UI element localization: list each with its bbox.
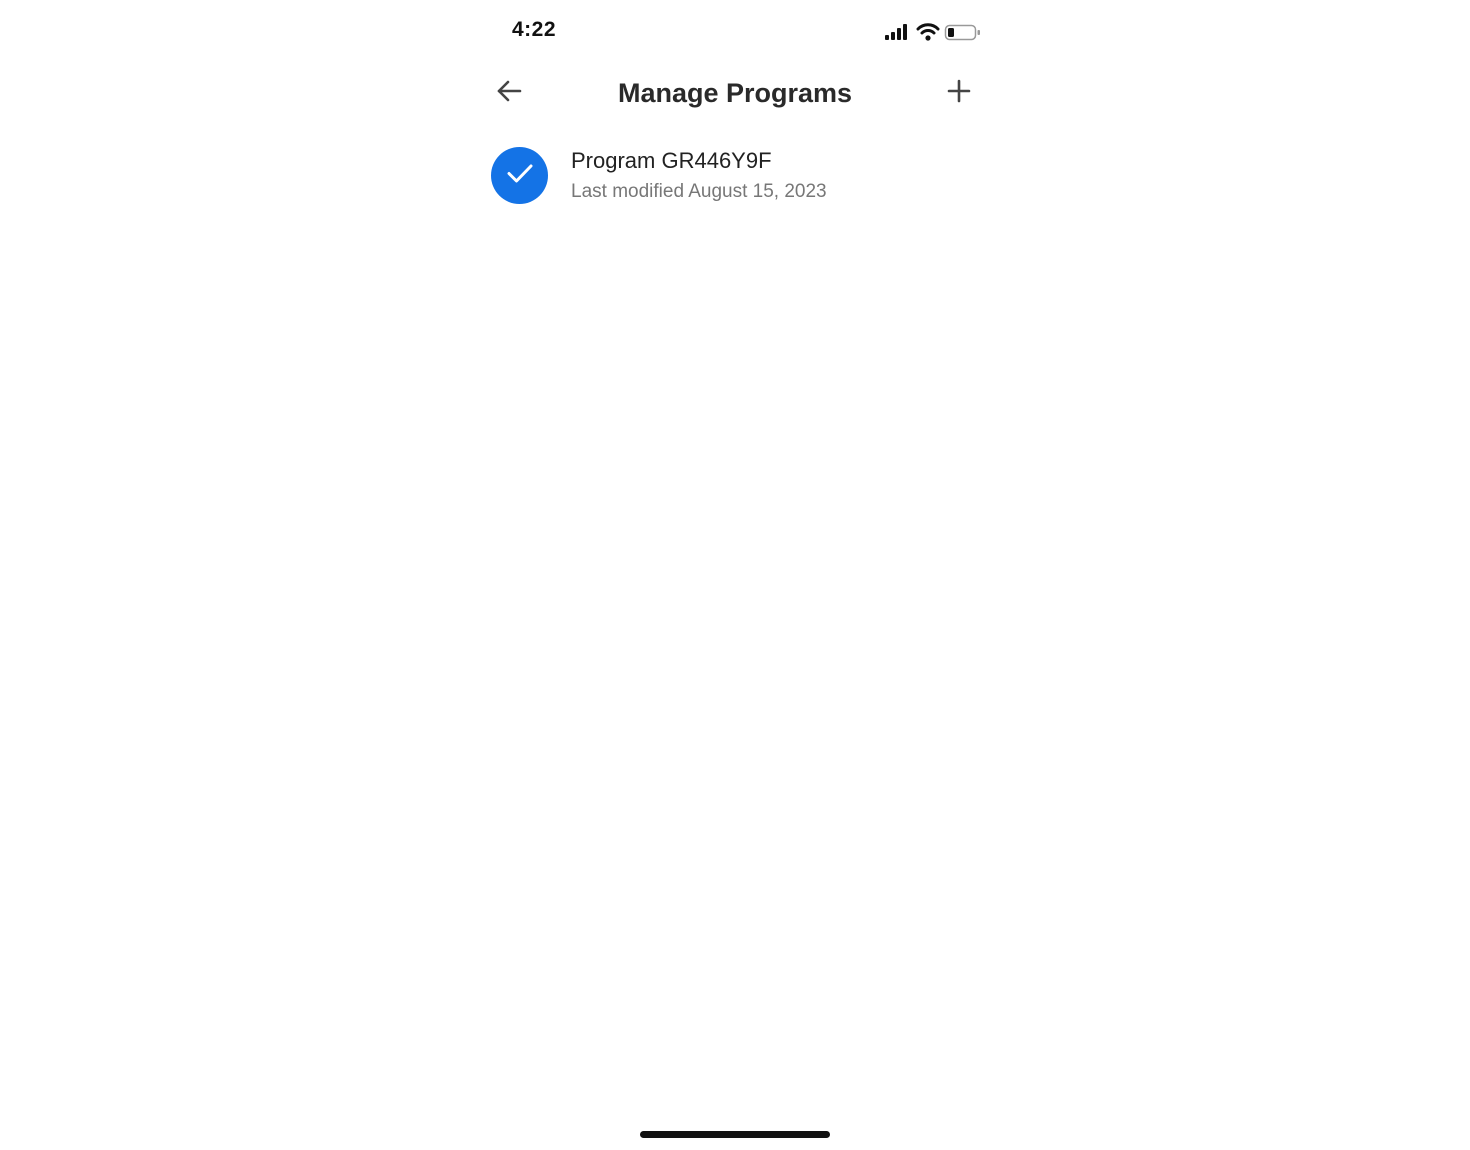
checkmark-icon bbox=[505, 158, 535, 193]
program-list: Program GR446Y9F Last modified August 15… bbox=[490, 140, 980, 212]
wifi-icon bbox=[916, 22, 940, 42]
home-indicator[interactable] bbox=[640, 1131, 830, 1138]
page-title: Manage Programs bbox=[617, 78, 853, 108]
program-name: Program GR446Y9F bbox=[571, 148, 772, 173]
battery-icon bbox=[944, 22, 982, 42]
program-list-item[interactable]: Program GR446Y9F Last modified August 15… bbox=[490, 140, 980, 212]
selected-check-badge[interactable] bbox=[491, 147, 548, 204]
status-time: 4:22 bbox=[512, 18, 557, 41]
signal-icon bbox=[884, 22, 912, 42]
manage-programs-screen: 4:22 Manage Programs Program GR446Y9F La… bbox=[0, 0, 1470, 1150]
header: Manage Programs bbox=[490, 68, 980, 118]
plus-icon bbox=[946, 78, 972, 109]
program-modified-date: Last modified August 15, 2023 bbox=[571, 181, 827, 202]
add-program-button[interactable] bbox=[942, 76, 976, 110]
